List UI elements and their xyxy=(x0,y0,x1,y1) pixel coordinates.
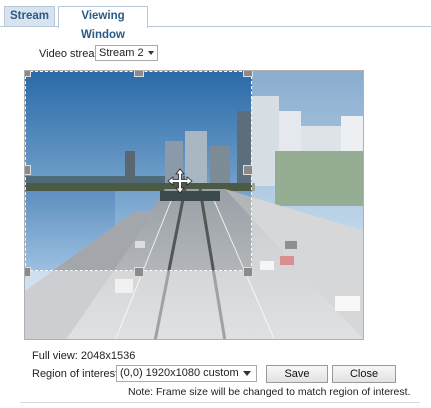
footer-divider xyxy=(20,402,420,403)
tab-viewing-window[interactable]: Viewing Window xyxy=(58,6,148,41)
outside-region-overlay-bottom xyxy=(25,271,252,339)
region-of-interest-value: (0,0) 1920x1080 custom xyxy=(120,367,239,379)
tab-bar: Stream Viewing Window xyxy=(0,0,431,41)
outside-region-overlay xyxy=(252,71,363,339)
roi-handle-bottom-right[interactable] xyxy=(243,267,253,277)
region-of-interest-box[interactable] xyxy=(25,71,253,277)
region-of-interest-select[interactable]: (0,0) 1920x1080 custom xyxy=(116,365,257,382)
roi-handle-top-left[interactable] xyxy=(25,71,31,77)
chevron-down-icon xyxy=(243,371,251,376)
viewing-window-preview[interactable] xyxy=(24,70,364,340)
tab-stream[interactable]: Stream xyxy=(4,6,55,27)
roi-handle-right[interactable] xyxy=(243,165,253,175)
roi-handle-top-right[interactable] xyxy=(243,71,253,77)
roi-handle-bottom-left[interactable] xyxy=(25,267,31,277)
roi-handle-left[interactable] xyxy=(25,165,31,175)
chevron-down-icon xyxy=(148,51,154,55)
frame-size-note: Note: Frame size will be changed to matc… xyxy=(128,386,411,398)
save-button[interactable]: Save xyxy=(266,365,328,383)
close-button[interactable]: Close xyxy=(332,365,396,383)
region-of-interest-label: Region of interest : xyxy=(32,368,125,380)
full-view-size: Full view: 2048x1536 xyxy=(32,350,136,362)
video-stream-select[interactable]: Stream 2 xyxy=(95,45,158,61)
roi-handle-top[interactable] xyxy=(134,71,144,77)
move-cross-icon[interactable] xyxy=(167,168,193,194)
roi-handle-bottom[interactable] xyxy=(134,267,144,277)
video-stream-value: Stream 2 xyxy=(99,47,144,59)
